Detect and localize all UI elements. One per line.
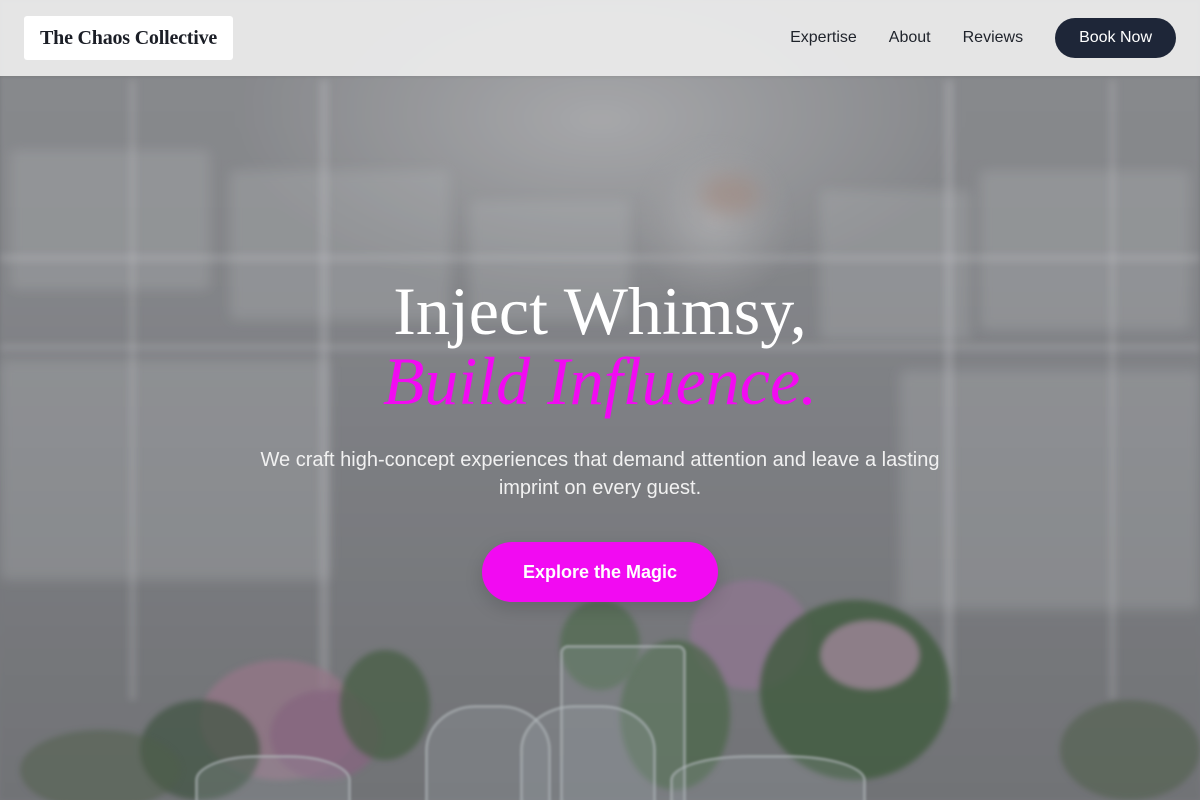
book-now-button[interactable]: Book Now — [1055, 18, 1176, 58]
hero-title-line1: Inject Whimsy, — [393, 273, 807, 349]
nav-link-about[interactable]: About — [889, 29, 931, 47]
hero-title-line2: Build Influence. — [382, 343, 818, 419]
hero-section: Inject Whimsy, Build Influence. We craft… — [0, 76, 1200, 800]
logo[interactable]: The Chaos Collective — [24, 16, 234, 60]
nav-link-reviews[interactable]: Reviews — [963, 29, 1023, 47]
hero-subtitle: We craft high-concept experiences that d… — [260, 449, 940, 499]
hero-title: Inject Whimsy, Build Influence. — [0, 276, 1200, 416]
site-header: The Chaos Collective Expertise About Rev… — [0, 0, 1200, 76]
page: The Chaos Collective Expertise About Rev… — [0, 0, 1200, 800]
main-nav: Expertise About Reviews Book Now — [790, 18, 1176, 58]
explore-magic-button[interactable]: Explore the Magic — [482, 542, 718, 602]
logo-text: The Chaos Collective — [40, 26, 218, 49]
nav-link-expertise[interactable]: Expertise — [790, 29, 857, 47]
